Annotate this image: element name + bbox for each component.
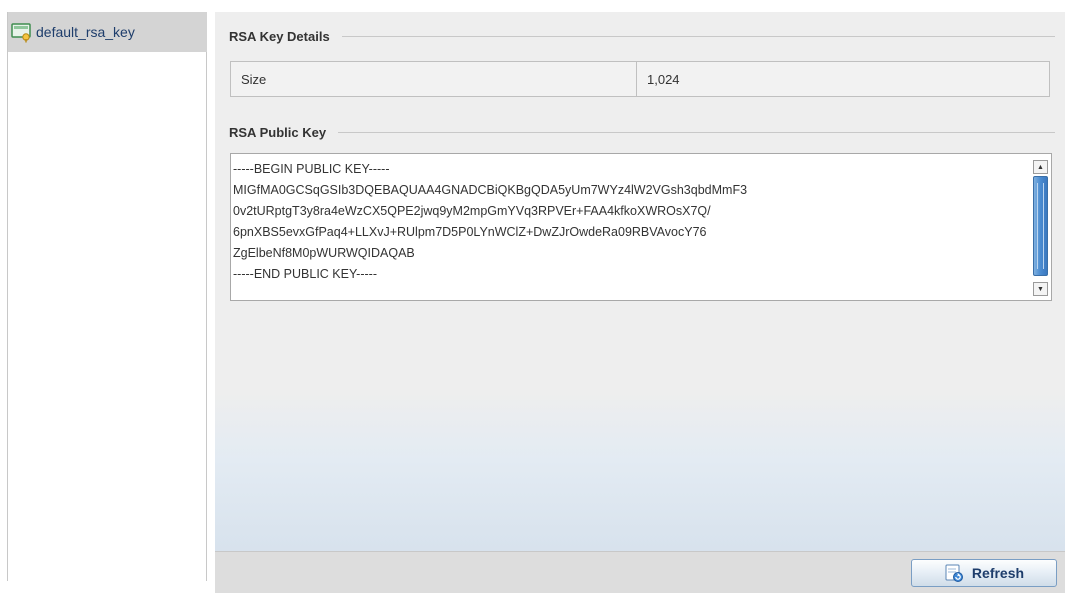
- vertical-scrollbar[interactable]: ▲ ▼: [1033, 156, 1049, 298]
- key-icon: [11, 23, 31, 43]
- scroll-down-arrow-icon[interactable]: ▼: [1033, 282, 1048, 296]
- scroll-up-arrow-icon[interactable]: ▲: [1033, 160, 1048, 174]
- background-gradient: [215, 392, 1065, 562]
- section-divider: [341, 35, 1055, 37]
- tree-item-default-rsa-key[interactable]: default_rsa_key: [8, 12, 207, 52]
- refresh-button-label: Refresh: [971, 565, 1025, 581]
- refresh-icon: [945, 564, 963, 582]
- refresh-button[interactable]: Refresh: [911, 559, 1057, 587]
- tree-panel: default_rsa_key: [7, 12, 207, 581]
- scrollbar-thumb[interactable]: [1033, 176, 1048, 276]
- size-label: Size: [231, 62, 637, 96]
- section-divider: [338, 131, 1055, 133]
- rsa-public-key-header: RSA Public Key: [229, 122, 1055, 142]
- size-table: Size 1,024: [230, 61, 1050, 97]
- public-key-textarea[interactable]: -----BEGIN PUBLIC KEY----- MIGfMA0GCSqGS…: [230, 153, 1052, 301]
- size-value: 1,024: [647, 71, 680, 87]
- rsa-key-details-title: RSA Key Details: [229, 28, 330, 44]
- footer-bar: Refresh: [215, 551, 1065, 593]
- tree-item-label: default_rsa_key: [36, 24, 135, 40]
- main-panel: RSA Key Details Size 1,024 RSA Public Ke…: [215, 12, 1065, 593]
- public-key-text[interactable]: -----BEGIN PUBLIC KEY----- MIGfMA0GCSqGS…: [231, 154, 1031, 300]
- rsa-key-details-header: RSA Key Details: [229, 26, 1055, 46]
- rsa-public-key-title: RSA Public Key: [229, 124, 327, 140]
